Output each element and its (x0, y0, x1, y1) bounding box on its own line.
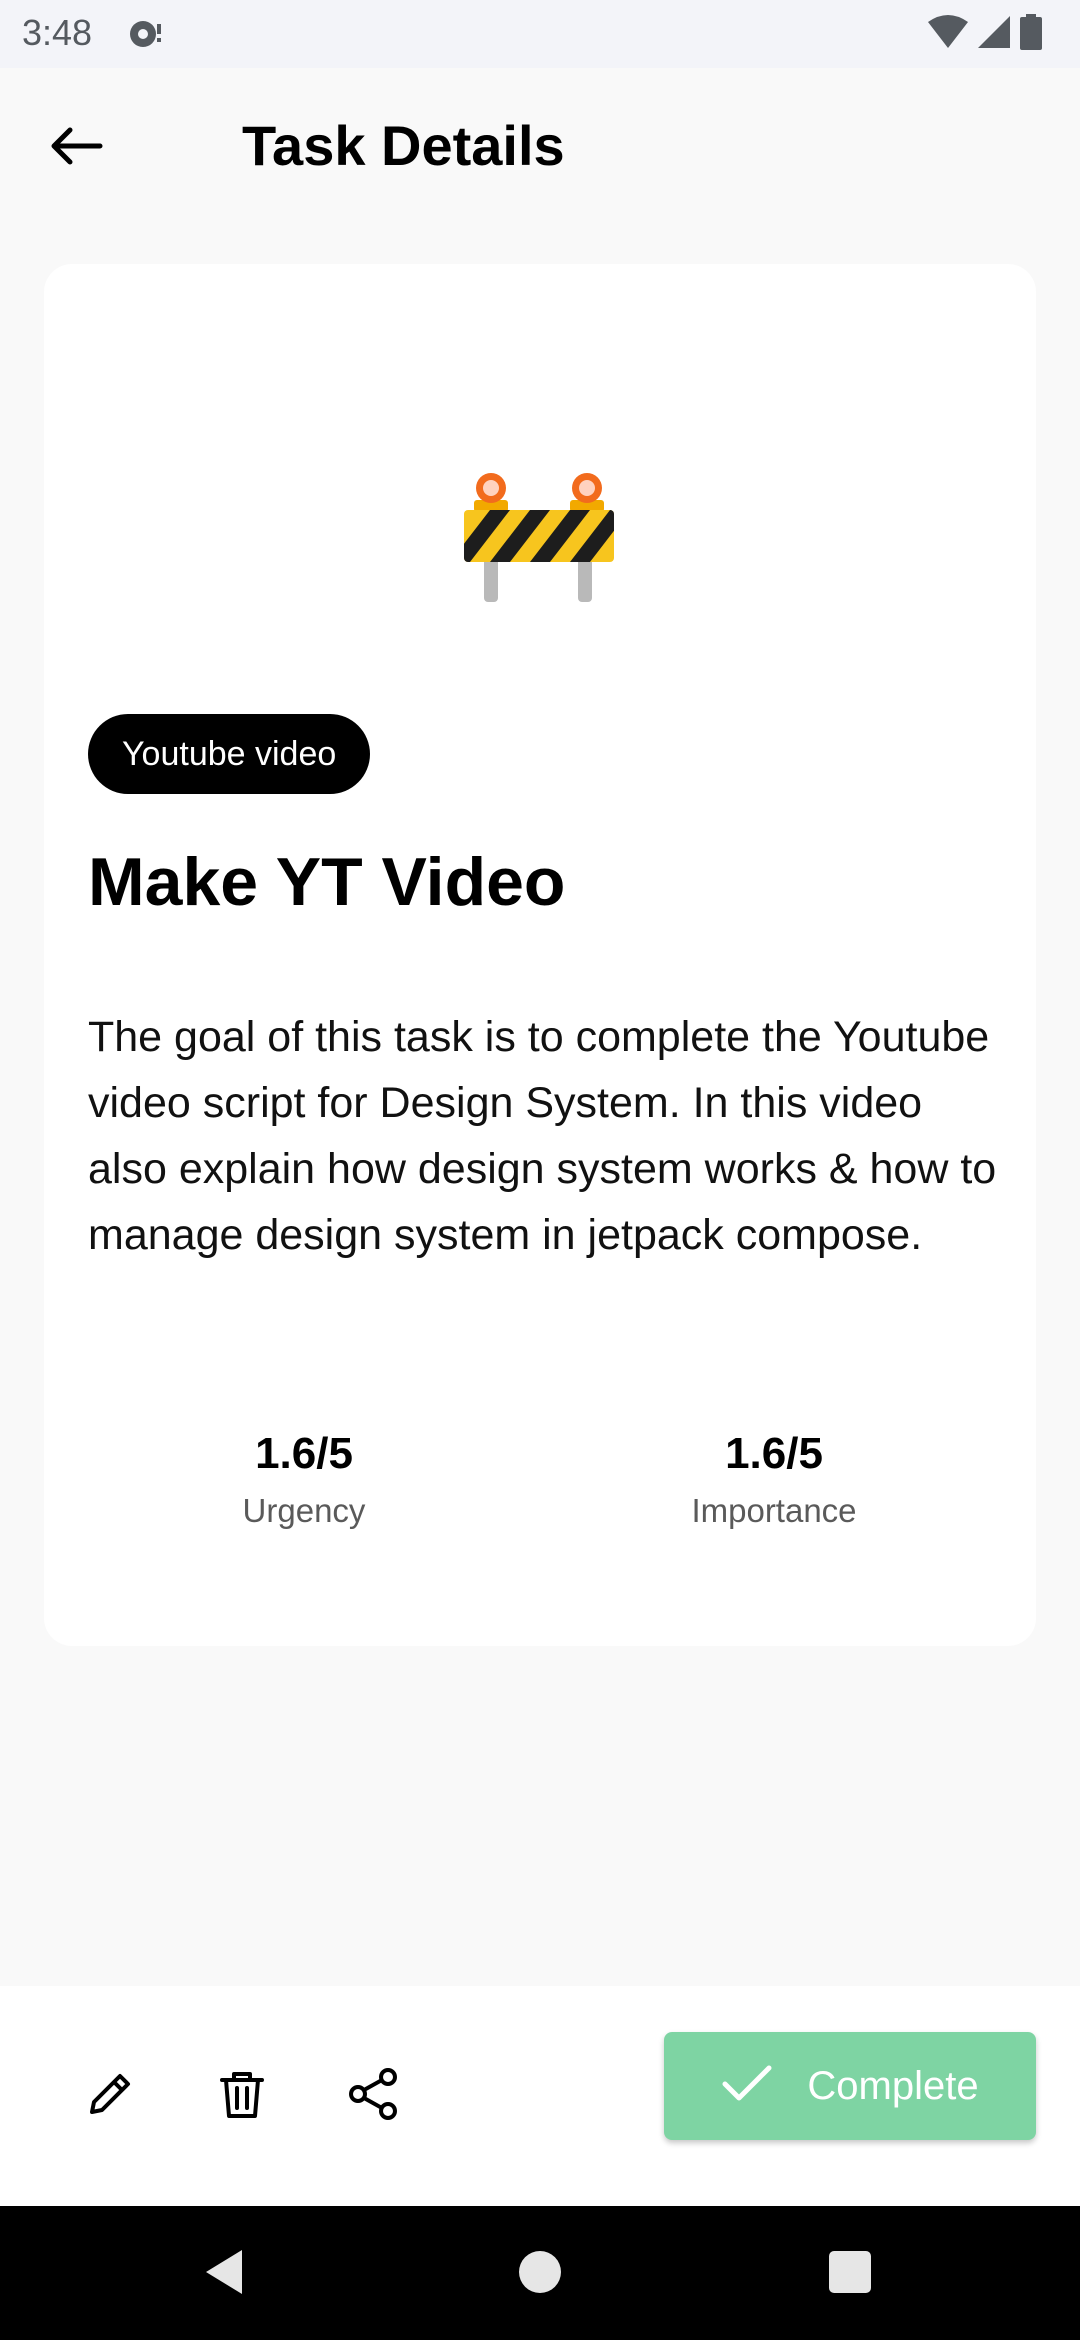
task-card: Youtube video Make YT Video The goal of … (44, 264, 1036, 1646)
battery-icon (1020, 13, 1042, 55)
nav-back-button[interactable] (196, 2242, 256, 2302)
notification-icon (126, 14, 166, 54)
task-description: The goal of this task is to complete the… (88, 1013, 997, 1259)
nav-recents-button[interactable] (820, 2242, 880, 2302)
category-chip: Youtube video (88, 714, 371, 794)
check-icon (721, 2064, 773, 2109)
pencil-icon (82, 2066, 138, 2127)
top-app-bar: Task Details (0, 68, 1080, 218)
status-bar: 3:48 (0, 0, 1080, 68)
status-icons (928, 13, 1042, 55)
importance-metric: 1.6/5 Importance (624, 1424, 924, 1530)
back-button[interactable] (36, 108, 116, 188)
trash-icon (214, 2066, 270, 2127)
status-time: 3:48 (22, 12, 93, 53)
complete-label: Complete (807, 2063, 979, 2108)
bottom-action-bar: Complete (0, 1986, 1080, 2206)
urgency-value: 1.6/5 (255, 1429, 353, 1478)
system-nav-bar (0, 2206, 1080, 2340)
share-button[interactable] (334, 2056, 414, 2136)
wifi-icon (928, 14, 968, 55)
importance-value: 1.6/5 (725, 1429, 823, 1478)
page-title: Task Details (242, 114, 565, 177)
complete-button[interactable]: Complete (664, 2032, 1036, 2140)
urgency-metric: 1.6/5 Urgency (154, 1424, 454, 1530)
edit-button[interactable] (70, 2056, 150, 2136)
importance-label: Importance (691, 1492, 857, 1529)
delete-button[interactable] (202, 2056, 282, 2136)
cell-signal-icon (976, 14, 1012, 55)
app-screen: 3:48 Task Details Youtube video Make YT … (0, 0, 1080, 2340)
task-title: Make YT Video (88, 844, 566, 920)
urgency-label: Urgency (242, 1492, 366, 1529)
construction-barrier-icon (460, 464, 620, 624)
share-icon (344, 2064, 404, 2129)
arrow-left-icon (48, 126, 104, 171)
nav-home-button[interactable] (510, 2242, 570, 2302)
